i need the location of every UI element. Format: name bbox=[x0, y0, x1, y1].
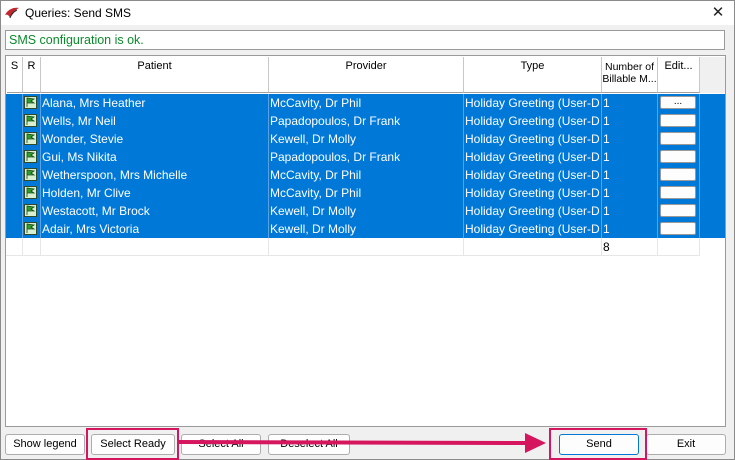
annotation-arrow bbox=[178, 433, 546, 453]
send-sms-window: Queries: Send SMS ✕ SMS configuration is… bbox=[0, 0, 735, 460]
